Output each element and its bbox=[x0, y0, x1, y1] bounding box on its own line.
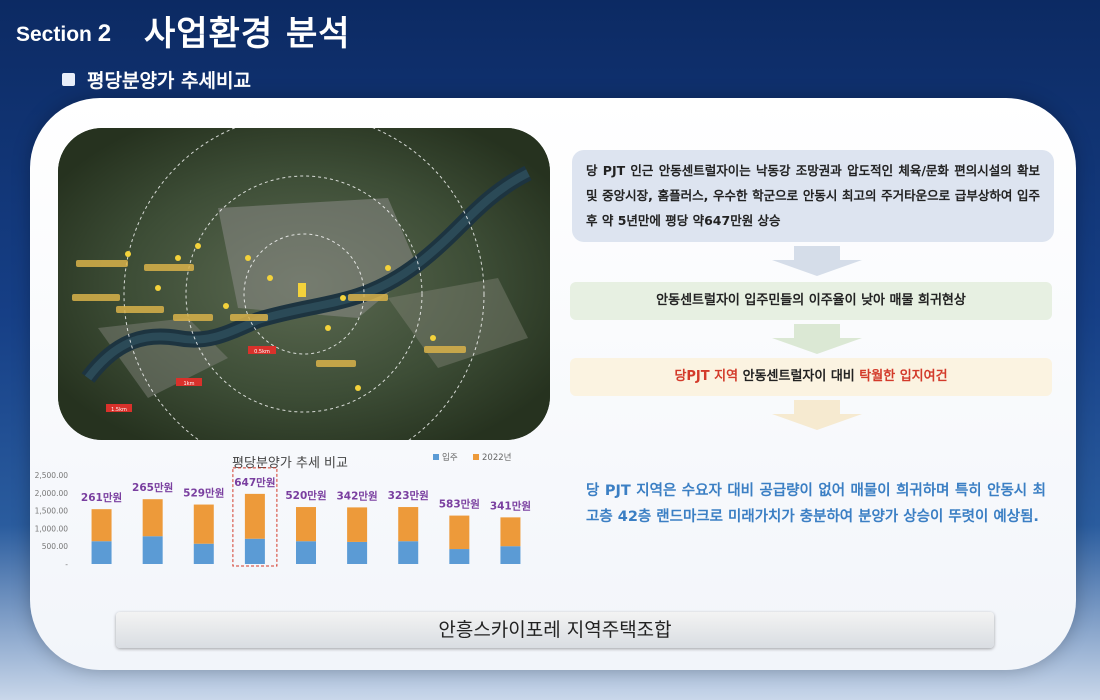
bar-move-in bbox=[398, 541, 419, 564]
footer-bar: 안흥스카이포레 지역주택조합 bbox=[116, 612, 994, 648]
conclusion-text: 당 PJT 지역은 수요자 대비 공급량이 없어 매물이 희귀하며 특히 안동시… bbox=[586, 483, 1046, 525]
bar-move-in bbox=[142, 536, 163, 564]
data-label: 341만원 bbox=[490, 499, 531, 512]
step-box-1: 안동센트럴자이 입주민들의 이주율이 낮아 매물 희귀현상 bbox=[570, 282, 1052, 320]
price-trend-chart: 평당분양가 추세 비교 입주 2022년 2,500.00 2,000.00 1,5… bbox=[30, 448, 560, 608]
bar-2022 bbox=[449, 515, 470, 550]
bar-2022 bbox=[347, 507, 368, 542]
down-arrow-1 bbox=[772, 246, 862, 276]
bar-move-in bbox=[347, 541, 368, 564]
data-label: 261만원 bbox=[81, 491, 122, 504]
data-label: 583만원 bbox=[439, 498, 480, 511]
step2-highlight-1: 당PJT 지역 bbox=[674, 369, 739, 384]
data-label: 265만원 bbox=[132, 481, 173, 494]
bar-move-in bbox=[296, 541, 316, 564]
sub-title-text: 평당분양가 추세비교 bbox=[87, 70, 251, 92]
bar-2022 bbox=[244, 493, 265, 539]
page-title: 사업환경 분석 bbox=[144, 14, 351, 54]
down-arrow-3 bbox=[772, 400, 862, 430]
bar-2022 bbox=[142, 499, 163, 537]
bar-move-in bbox=[91, 541, 112, 564]
section-number: 2 bbox=[97, 20, 112, 47]
step-box-2: 당PJT 지역 안동센트럴자이 대비 탁월한 입지여건 bbox=[570, 358, 1052, 396]
section-word: Section bbox=[16, 23, 92, 46]
legend-swatch-move-in bbox=[433, 454, 439, 460]
bar-2022 bbox=[91, 509, 112, 542]
y-tick-label: 2,000.00 bbox=[35, 489, 69, 498]
map-label-0-5km: 0.5km bbox=[254, 349, 270, 355]
bar-move-in bbox=[193, 543, 214, 564]
y-tick-label: 500.00 bbox=[42, 542, 68, 551]
bar-2022 bbox=[193, 504, 214, 544]
map-label-1-5km: 1.5km bbox=[111, 407, 127, 413]
data-label: 342만원 bbox=[336, 489, 377, 502]
data-label: 529만원 bbox=[183, 487, 224, 500]
down-arrow-2 bbox=[772, 324, 862, 354]
y-tick-label: 2,500.00 bbox=[35, 471, 69, 480]
map-label-1km: 1km bbox=[184, 381, 195, 387]
data-label: 520만원 bbox=[285, 489, 326, 502]
bar-2022 bbox=[398, 507, 419, 542]
legend-move-in: 입주 bbox=[442, 453, 458, 463]
info-box: 당 PJT 인근 안동센트럴자이는 낙동강 조망권과 압도적인 체육/문화 편의… bbox=[572, 150, 1054, 242]
data-label: 323만원 bbox=[388, 489, 429, 502]
square-bullet-icon bbox=[62, 73, 75, 86]
satellite-map: 0.5km 1km 1.5km bbox=[58, 128, 550, 440]
bar-2022 bbox=[500, 517, 521, 547]
bar-move-in bbox=[449, 549, 470, 564]
data-label: 647만원 bbox=[234, 476, 275, 489]
legend-swatch-2022 bbox=[473, 454, 479, 460]
step2-middle: 안동센트럴자이 대비 bbox=[738, 369, 860, 384]
sub-title: 평당분양가 추세비교 bbox=[62, 66, 251, 93]
y-tick-label: 1,500.00 bbox=[35, 507, 69, 516]
chart-title: 평당분양가 추세 비교 bbox=[232, 456, 348, 471]
bar-move-in bbox=[500, 546, 521, 564]
bar-2022 bbox=[296, 507, 316, 542]
bar-move-in bbox=[244, 538, 265, 564]
legend-2022: 2022년 bbox=[482, 452, 511, 463]
y-tick-label: - bbox=[65, 560, 68, 569]
y-tick-label: 1,000.00 bbox=[35, 524, 69, 533]
step2-highlight-2: 탁월한 입지여건 bbox=[859, 369, 948, 384]
section-label: Section 2 bbox=[16, 20, 111, 48]
